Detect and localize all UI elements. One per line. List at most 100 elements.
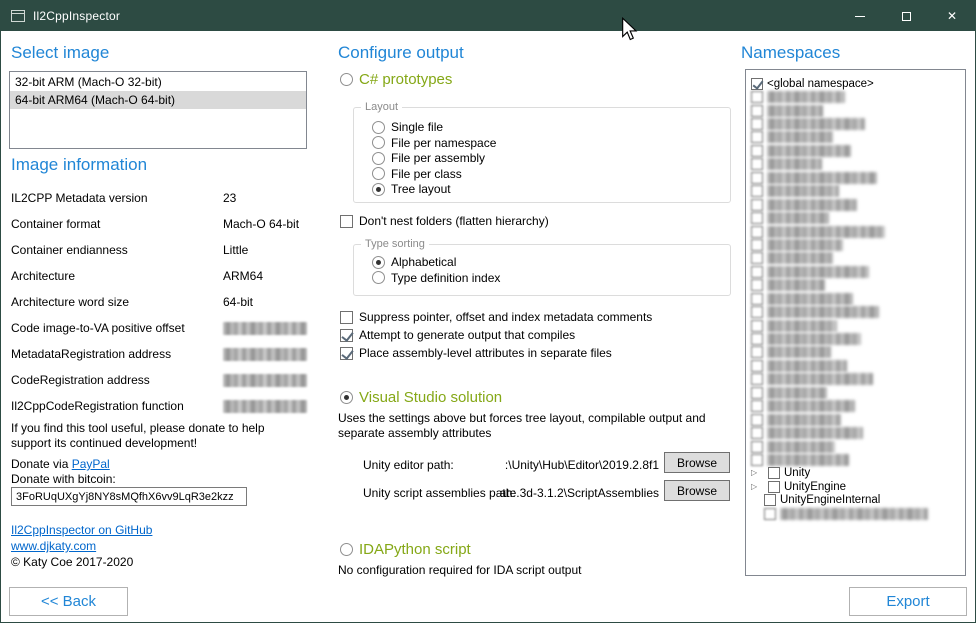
namespace-item[interactable] (751, 211, 960, 224)
browse-editor-button[interactable]: Browse (664, 452, 730, 473)
image-list-item[interactable]: 32-bit ARM (Mach-O 32-bit) (10, 73, 306, 91)
radio-file-per-class[interactable]: File per class (372, 167, 730, 181)
namespace-checkbox[interactable] (751, 427, 763, 439)
radio-icon[interactable] (372, 121, 385, 134)
namespace-item[interactable]: <global namespace> (751, 77, 960, 90)
namespace-checkbox[interactable] (751, 279, 763, 291)
suppress-comments-checkbox[interactable]: Suppress pointer, offset and index metad… (340, 310, 652, 324)
flatten-hierarchy-checkbox[interactable]: Don't nest folders (flatten hierarchy) (340, 214, 549, 228)
unity-editor-path-value[interactable]: :\Unity\Hub\Editor\2019.2.8f1 (426, 458, 659, 472)
namespace-checkbox[interactable] (751, 199, 763, 211)
namespace-item[interactable] (751, 225, 960, 238)
namespace-checkbox[interactable] (751, 78, 763, 90)
namespace-item[interactable] (751, 238, 960, 251)
radio-icon[interactable] (372, 271, 385, 284)
expander-icon[interactable]: ▷ (751, 467, 764, 479)
unity-assemblies-path-value[interactable]: ate.3d-3.1.2\ScriptAssemblies (426, 486, 659, 500)
namespace-item[interactable] (751, 158, 960, 171)
namespace-item[interactable]: ▷Unity (751, 467, 960, 480)
namespace-checkbox[interactable] (751, 158, 763, 170)
image-list[interactable]: 32-bit ARM (Mach-O 32-bit)64-bit ARM64 (… (9, 71, 307, 149)
radio-icon[interactable] (372, 167, 385, 180)
namespace-item[interactable] (751, 185, 960, 198)
checkbox-icon[interactable] (340, 215, 353, 228)
github-link[interactable]: Il2CppInspector on GitHub (11, 523, 152, 537)
namespace-item[interactable] (751, 144, 960, 157)
radio-file-per-namespace[interactable]: File per namespace (372, 136, 730, 150)
namespace-checkbox[interactable] (751, 239, 763, 251)
namespace-checkbox[interactable] (751, 441, 763, 453)
radio-icon[interactable] (340, 73, 353, 86)
namespace-item[interactable] (751, 440, 960, 453)
radio-icon[interactable] (372, 136, 385, 149)
namespace-checkbox[interactable] (751, 118, 763, 130)
namespace-checkbox[interactable] (751, 373, 763, 385)
namespace-item[interactable]: UnityEngineInternal (764, 494, 960, 507)
namespace-item[interactable] (751, 319, 960, 332)
radio-type-definition-index[interactable]: Type definition index (372, 271, 730, 285)
namespace-checkbox[interactable] (751, 226, 763, 238)
namespace-item[interactable] (751, 413, 960, 426)
bitcoin-address-input[interactable] (11, 487, 247, 506)
namespace-item[interactable] (751, 359, 960, 372)
namespace-checkbox[interactable] (751, 131, 763, 143)
namespace-checkbox[interactable] (764, 494, 776, 506)
minimize-button[interactable] (837, 1, 883, 31)
image-list-item[interactable]: 64-bit ARM64 (Mach-O 64-bit) (10, 91, 306, 109)
namespace-checkbox[interactable] (751, 293, 763, 305)
namespace-item[interactable] (751, 131, 960, 144)
namespace-item[interactable] (751, 117, 960, 130)
csharp-prototypes-option[interactable]: C# prototypes (340, 71, 452, 88)
namespace-checkbox[interactable] (751, 346, 763, 358)
expander-icon[interactable]: ▷ (751, 481, 764, 493)
namespace-item[interactable]: ▷UnityEngine (751, 480, 960, 493)
radio-alphabetical[interactable]: Alphabetical (372, 255, 730, 269)
website-link[interactable]: www.djkaty.com (11, 539, 96, 553)
namespace-tree[interactable]: <global namespace> ▷Unity▷UnityEngineUnit… (745, 69, 966, 576)
checkbox-icon[interactable] (340, 329, 353, 342)
namespace-checkbox[interactable] (751, 333, 763, 345)
idapython-script-option[interactable]: IDAPython script (340, 541, 471, 558)
namespace-item[interactable] (751, 171, 960, 184)
radio-icon[interactable] (372, 152, 385, 165)
namespace-item[interactable] (751, 305, 960, 318)
namespace-item[interactable] (751, 198, 960, 211)
separate-attributes-checkbox[interactable]: Place assembly-level attributes in separ… (340, 346, 612, 360)
export-button[interactable]: Export (849, 587, 967, 616)
namespace-item[interactable] (751, 104, 960, 117)
namespace-checkbox[interactable] (751, 454, 763, 466)
close-button[interactable]: ✕ (929, 1, 975, 31)
namespace-item[interactable] (751, 90, 960, 103)
namespace-checkbox[interactable] (751, 306, 763, 318)
radio-icon[interactable] (372, 256, 385, 269)
namespace-checkbox[interactable] (751, 266, 763, 278)
namespace-item[interactable] (764, 507, 960, 520)
namespace-checkbox[interactable] (751, 320, 763, 332)
namespace-checkbox[interactable] (768, 467, 780, 479)
titlebar[interactable]: Il2CppInspector ✕ (1, 1, 975, 31)
namespace-item[interactable] (751, 346, 960, 359)
namespace-item[interactable] (751, 265, 960, 278)
namespace-checkbox[interactable] (751, 185, 763, 197)
namespace-checkbox[interactable] (751, 212, 763, 224)
checkbox-icon[interactable] (340, 347, 353, 360)
namespace-checkbox[interactable] (751, 105, 763, 117)
namespace-item[interactable] (751, 400, 960, 413)
back-button[interactable]: << Back (9, 587, 128, 616)
namespace-checkbox[interactable] (768, 481, 780, 493)
radio-icon[interactable] (372, 183, 385, 196)
namespace-checkbox[interactable] (751, 400, 763, 412)
namespace-item[interactable] (751, 426, 960, 439)
namespace-item[interactable] (751, 332, 960, 345)
radio-icon[interactable] (340, 543, 353, 556)
maximize-button[interactable] (883, 1, 929, 31)
namespace-checkbox[interactable] (751, 414, 763, 426)
namespace-checkbox[interactable] (751, 172, 763, 184)
namespace-checkbox[interactable] (751, 91, 763, 103)
namespace-item[interactable] (751, 252, 960, 265)
checkbox-icon[interactable] (340, 311, 353, 324)
browse-assemblies-button[interactable]: Browse (664, 480, 730, 501)
radio-single-file[interactable]: Single file (372, 120, 730, 134)
compilable-output-checkbox[interactable]: Attempt to generate output that compiles (340, 328, 575, 342)
visual-studio-solution-option[interactable]: Visual Studio solution (340, 389, 502, 406)
